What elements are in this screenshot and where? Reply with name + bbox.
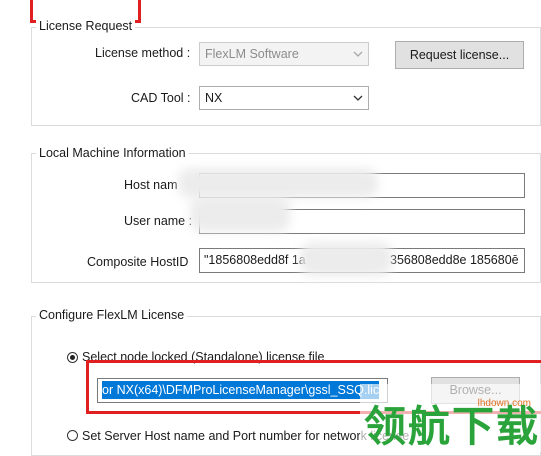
request-license-button[interactable]: Request license... — [395, 41, 524, 69]
license-request-legend: License Request — [36, 18, 136, 34]
cad-tool-value: NX — [205, 91, 223, 105]
local-machine-legend: Local Machine Information — [36, 145, 189, 161]
cad-tool-label: CAD Tool : — [131, 91, 191, 105]
hostid-value-part-b: 356808edd8e 185680ē — [390, 253, 519, 267]
user-name-label: User name : — [124, 214, 193, 228]
chevron-down-icon — [352, 43, 364, 65]
chevron-down-icon — [352, 87, 364, 109]
node-locked-radio[interactable] — [67, 352, 78, 363]
privacy-blur — [190, 196, 290, 232]
watermark-logo: lhdown.com 领航下载 — [360, 384, 541, 452]
privacy-blur — [178, 168, 378, 198]
license-method-dropdown[interactable]: FlexLM Software — [199, 42, 369, 66]
cad-tool-dropdown[interactable]: NX — [199, 86, 369, 110]
watermark-text: 领航下载 — [364, 403, 541, 450]
host-name-label: Host nam — [124, 178, 178, 192]
flexlm-legend: Configure FlexLM License — [36, 307, 188, 323]
privacy-blur — [300, 242, 392, 276]
hostid-value-part-a: "1856808edd8f 1a — [204, 253, 306, 267]
license-method-label: License method : — [95, 46, 191, 60]
server-radio[interactable] — [67, 430, 78, 441]
license-method-value: FlexLM Software — [205, 47, 299, 61]
composite-hostid-label: Composite HostID — [87, 255, 189, 269]
